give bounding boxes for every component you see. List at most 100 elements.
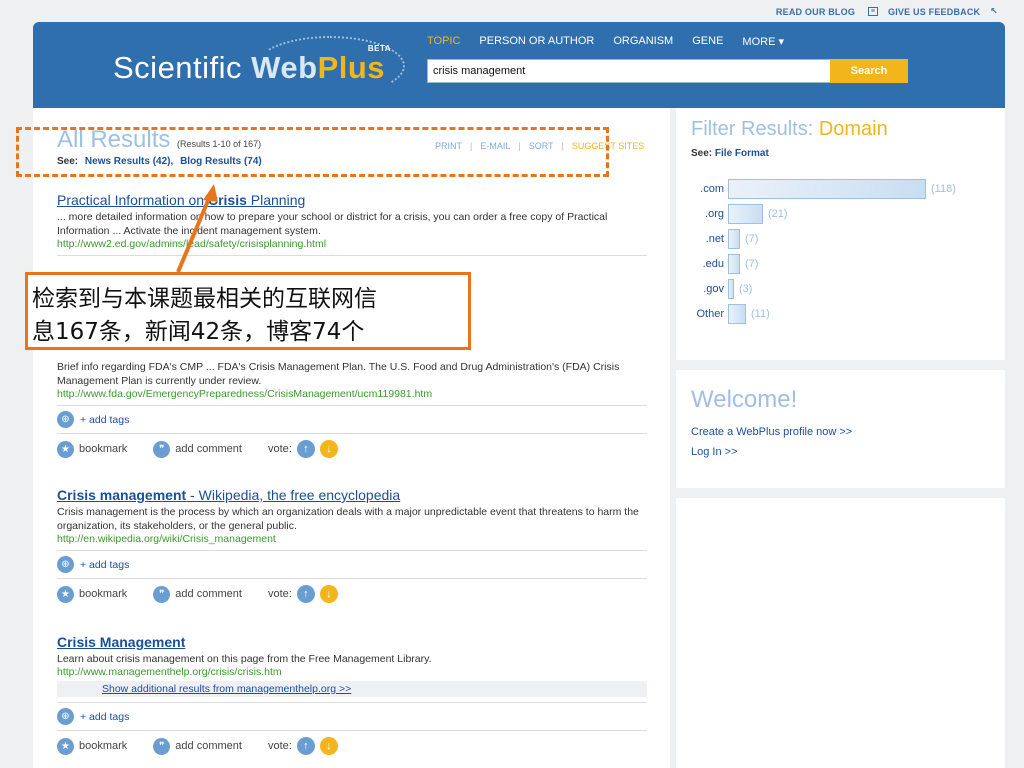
annotation-highlight-box — [16, 127, 609, 177]
domain-count: (118) — [931, 182, 956, 195]
sidebar-empty-panel — [676, 498, 1005, 768]
vote-group: vote: ↑ ↓ — [268, 737, 338, 755]
filter-panel: Filter Results: Domain See: File Format … — [676, 108, 1005, 360]
file-format-link[interactable]: File Format — [715, 148, 769, 159]
read-blog-link[interactable]: READ OUR BLOG — [776, 7, 855, 17]
domain-bar[interactable] — [728, 253, 740, 274]
domain-count: (11) — [751, 307, 770, 320]
tab-organism[interactable]: ORGANISM — [613, 35, 673, 48]
vote-up-icon[interactable]: ↑ — [296, 737, 315, 755]
tag-row: ⊕ + add tags — [57, 708, 647, 725]
welcome-panel: Welcome! Create a WebPlus profile now >>… — [676, 370, 1005, 488]
tag-row: ⊕ + add tags — [57, 411, 647, 428]
results-main: All Results (Results 1-10 of 167) See: N… — [33, 108, 670, 768]
domain-label: .edu — [702, 257, 724, 270]
annotation-line-2: 息167条，新闻42条，博客74个 — [32, 319, 365, 345]
divider — [57, 702, 647, 703]
tag-icon: ⊕ — [57, 708, 74, 725]
result-title-link[interactable]: Crisis management - Wikipedia, the free … — [57, 487, 647, 503]
comment-icon: ❞ — [153, 440, 171, 458]
domain-label: Other — [696, 307, 724, 320]
tab-topic[interactable]: TOPIC — [427, 35, 460, 48]
domain-label: .gov — [703, 282, 724, 295]
comment-icon: ❞ — [153, 737, 171, 755]
tag-row: ⊕ + add tags — [57, 556, 647, 573]
tab-person-or-author[interactable]: PERSON OR AUTHOR — [479, 35, 594, 48]
bookmark-button[interactable]: ★ bookmark — [57, 737, 127, 755]
add-comment-button[interactable]: ❞ add comment — [153, 585, 242, 603]
annotation-note: 检索到与本课题最相关的互联网信 息167条，新闻42条，博客74个 — [25, 272, 471, 350]
vote-down-icon[interactable]: ↓ — [319, 440, 338, 458]
action-row: ★ bookmark ❞ add comment vote: ↑ ↓ — [57, 737, 647, 755]
site-logo[interactable]: Scientific WebPlus BETA — [113, 44, 391, 86]
result-url: http://www2.ed.gov/admins/lead/safety/cr… — [57, 238, 327, 250]
search-button[interactable]: Search — [830, 59, 908, 83]
feedback-link[interactable]: GIVE US FEEDBACK — [888, 7, 980, 17]
domain-count: (21) — [768, 207, 788, 220]
annotation-line-1: 检索到与本课题最相关的互联网信 — [32, 286, 377, 312]
divider — [57, 433, 647, 434]
logo-web: Web — [251, 50, 318, 85]
domain-bar[interactable] — [728, 278, 734, 299]
top-links: READ OUR BLOG ≡ GIVE US FEEDBACK ↖ — [776, 6, 998, 17]
domain-bar[interactable] — [728, 203, 763, 224]
vote-down-icon[interactable]: ↓ — [319, 737, 338, 755]
result-snippet: ... more detailed information on how to … — [57, 211, 608, 237]
domain-label: .org — [705, 207, 724, 220]
add-comment-button[interactable]: ❞ add comment — [153, 737, 242, 755]
sidebar: Filter Results: Domain See: File Format … — [676, 108, 1005, 768]
filter-see: See: File Format — [691, 148, 769, 159]
domain-count: (3) — [739, 282, 753, 295]
add-tags-link[interactable]: + add tags — [80, 559, 129, 571]
domain-filter-row[interactable]: .gov (3) — [690, 276, 956, 301]
domain-count: (7) — [745, 232, 759, 245]
search-input[interactable]: crisis management — [427, 59, 831, 83]
result-title-link[interactable]: Practical Information on Crisis Planning — [57, 192, 647, 208]
logo-scientific: Scientific — [113, 50, 252, 85]
domain-bar[interactable] — [728, 178, 926, 199]
result-snippet: Learn about crisis management on this pa… — [57, 653, 432, 665]
bookmark-button[interactable]: ★ bookmark — [57, 585, 127, 603]
result-item: Crisis Management Learn about crisis man… — [57, 634, 647, 755]
login-link[interactable]: Log In >> — [691, 446, 738, 458]
domain-label: .com — [700, 182, 724, 195]
domain-filter-row[interactable]: .edu (7) — [690, 251, 956, 276]
create-profile-link[interactable]: Create a WebPlus profile now >> — [691, 426, 852, 438]
result-snippet: Brief info regarding FDA's CMP ... FDA's… — [57, 361, 620, 387]
domain-bar[interactable] — [728, 303, 746, 324]
vote-down-icon[interactable]: ↓ — [319, 585, 338, 603]
logo-plus: Plus — [317, 50, 386, 85]
blog-icon: ≡ — [868, 7, 879, 16]
arrow-icon: ↖ — [990, 6, 998, 16]
more-results-link[interactable]: Show additional results from managementh… — [57, 681, 647, 697]
add-tags-link[interactable]: + add tags — [80, 711, 129, 723]
domain-filter-row[interactable]: Other (11) — [690, 301, 956, 326]
divider — [57, 405, 647, 406]
vote-up-icon[interactable]: ↑ — [296, 585, 315, 603]
add-comment-button[interactable]: ❞ add comment — [153, 440, 242, 458]
domain-bars: .com (118) .org (21) .net (7) .edu (7) .gov (3) Ot… — [690, 176, 956, 326]
domain-filter-row[interactable]: .net (7) — [690, 226, 956, 251]
domain-bar[interactable] — [728, 228, 740, 249]
tab-gene[interactable]: GENE — [692, 35, 723, 48]
tag-icon: ⊕ — [57, 556, 74, 573]
vote-up-icon[interactable]: ↑ — [296, 440, 315, 458]
domain-filter-row[interactable]: .com (118) — [690, 176, 956, 201]
divider — [57, 255, 647, 256]
comment-icon: ❞ — [153, 585, 171, 603]
domain-filter-row[interactable]: .org (21) — [690, 201, 956, 226]
tab-more[interactable]: MORE ▾ — [742, 35, 784, 48]
bookmark-button[interactable]: ★ bookmark — [57, 440, 127, 458]
result-url: http://en.wikipedia.org/wiki/Crisis_mana… — [57, 533, 276, 545]
tag-icon: ⊕ — [57, 411, 74, 428]
divider — [57, 730, 647, 731]
add-tags-link[interactable]: + add tags — [80, 414, 129, 426]
result-item: Practical Information on Crisis Planning… — [57, 192, 647, 256]
domain-label: .net — [705, 232, 724, 245]
filter-title: Filter Results: Domain — [691, 118, 888, 140]
vote-group: vote: ↑ ↓ — [268, 585, 338, 603]
result-title-link[interactable]: Crisis Management — [57, 634, 647, 650]
bookmark-icon: ★ — [57, 440, 74, 458]
action-row: ★ bookmark ❞ add comment vote: ↑ ↓ — [57, 440, 647, 458]
site-header: Scientific WebPlus BETA TOPIC PERSON OR … — [33, 22, 1005, 108]
